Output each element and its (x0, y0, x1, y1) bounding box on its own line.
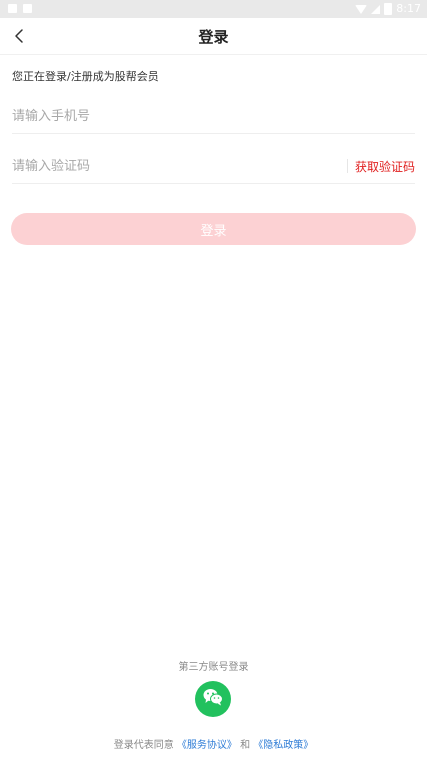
get-code-button[interactable]: 获取验证码 (355, 158, 415, 175)
phone-field-row (12, 101, 415, 134)
phone-input[interactable] (12, 101, 332, 131)
status-indicators: 8:17 (355, 1, 421, 17)
battery-icon (384, 3, 393, 15)
login-button[interactable]: 登录 (11, 213, 416, 245)
code-field-row: 获取验证码 (12, 151, 415, 184)
privacy-policy-link[interactable]: 《隐私政策》 (253, 740, 313, 751)
agreement-conjunction: 和 (240, 740, 251, 751)
signal-icon (371, 4, 381, 14)
notification-icon (8, 4, 17, 13)
wechat-icon (202, 687, 224, 711)
agreement-prefix: 登录代表同意 (113, 740, 174, 751)
divider (347, 159, 348, 173)
header: 登录 (0, 18, 427, 55)
status-notifications (8, 4, 32, 13)
third-party-login-label: 第三方账号登录 (178, 662, 249, 673)
notification-icon (23, 4, 32, 13)
status-bar: 8:17 (0, 0, 427, 18)
login-subtitle: 您正在登录/注册成为股帮会员 (12, 70, 159, 83)
page-title: 登录 (198, 28, 229, 46)
verification-code-input[interactable] (12, 151, 332, 181)
agreement-text: 登录代表同意 《服务协议》 和 《隐私政策》 (0, 736, 427, 751)
service-agreement-link[interactable]: 《服务协议》 (177, 740, 237, 751)
wechat-login-button[interactable] (195, 681, 231, 717)
status-time: 8:17 (396, 2, 421, 15)
wifi-icon (355, 4, 368, 14)
